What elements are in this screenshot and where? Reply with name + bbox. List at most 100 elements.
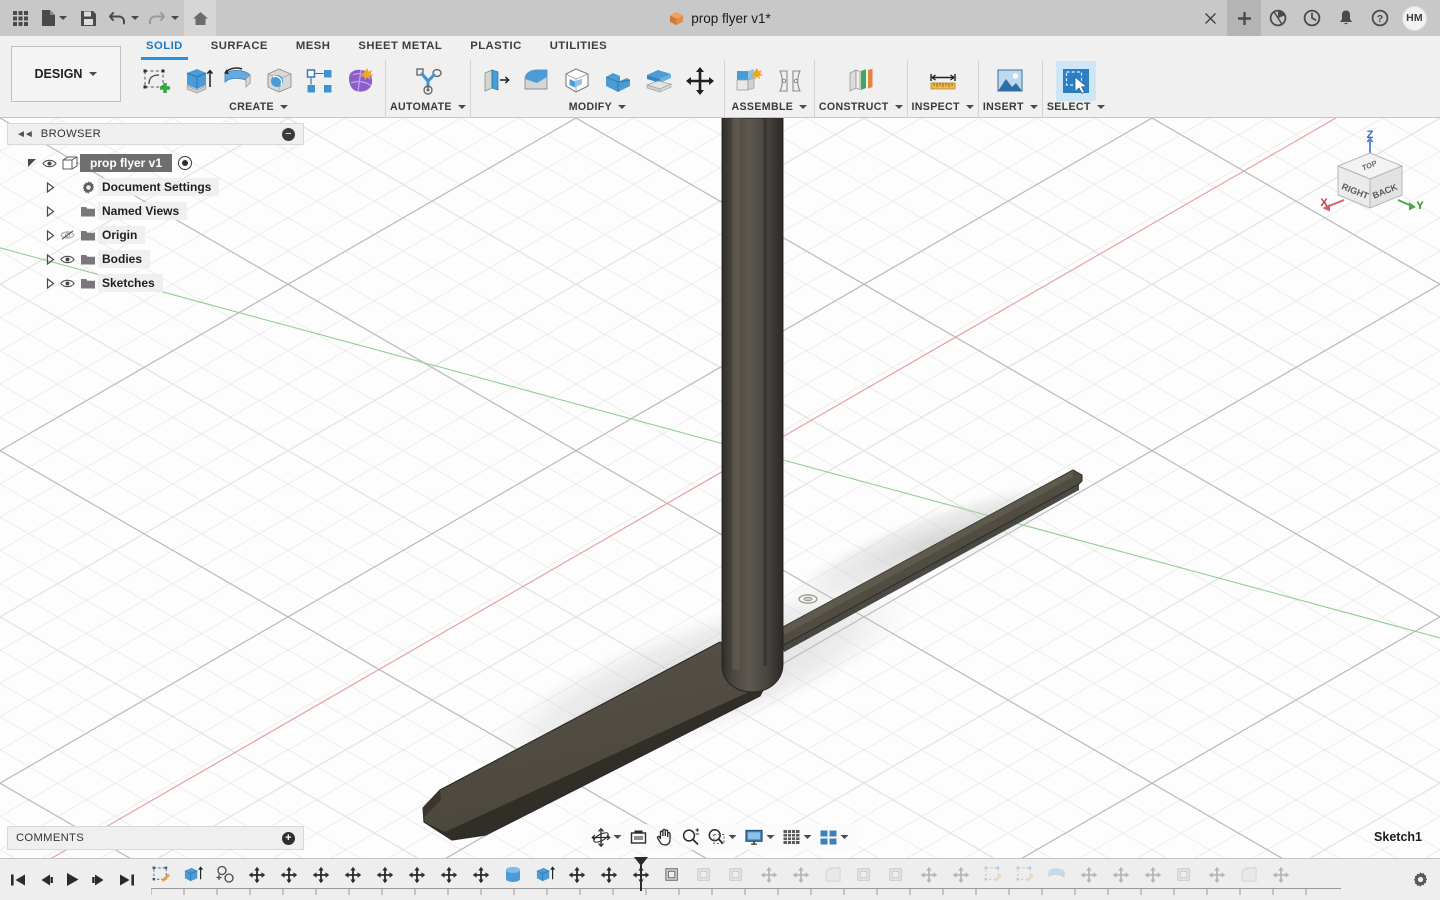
timeline-feature-move[interactable]: [1073, 862, 1105, 888]
timeline-feature-fillet[interactable]: [1233, 862, 1265, 888]
offset-face-icon[interactable]: [639, 61, 679, 101]
grid-snaps-icon[interactable]: [780, 824, 815, 850]
sphere-icon[interactable]: [259, 61, 299, 101]
help-icon[interactable]: ?: [1363, 0, 1397, 36]
panel-create-label[interactable]: CREATE: [229, 101, 288, 113]
form-icon[interactable]: [341, 61, 381, 101]
timeline-feature-move[interactable]: [241, 862, 273, 888]
chevron-down-icon[interactable]: [840, 835, 849, 839]
tree-item-named-views[interactable]: Named Views: [7, 199, 304, 223]
workspace-switcher[interactable]: DESIGN: [11, 46, 121, 102]
job-status-icon[interactable]: [1295, 0, 1329, 36]
save-icon[interactable]: [72, 0, 104, 36]
timeline-feature-move[interactable]: [1105, 862, 1137, 888]
timeline-settings-button[interactable]: [1400, 871, 1440, 888]
chevron-down-icon[interactable]: [803, 835, 812, 839]
look-at-icon[interactable]: [627, 824, 651, 850]
timeline-feature-move[interactable]: [1137, 862, 1169, 888]
timeline-feature-mirror[interactable]: [881, 862, 913, 888]
insert-image-icon[interactable]: [990, 61, 1030, 101]
panel-automate-label[interactable]: AUTOMATE: [390, 101, 466, 113]
timeline-playhead-marker[interactable]: [633, 856, 649, 891]
visibility-eye-off-icon[interactable]: [57, 229, 78, 241]
new-component-icon[interactable]: [729, 61, 769, 101]
timeline-feature-move[interactable]: [273, 862, 305, 888]
pan-icon[interactable]: [653, 824, 677, 850]
home-tab-icon[interactable]: [184, 0, 216, 36]
tree-item-sketches[interactable]: Sketches: [7, 271, 304, 295]
close-tab-icon[interactable]: [1193, 0, 1227, 36]
timeline-feature-fillet[interactable]: [817, 862, 849, 888]
panel-assemble-label[interactable]: ASSEMBLE: [732, 101, 808, 113]
app-grid-icon[interactable]: [4, 0, 36, 36]
timeline-track[interactable]: [145, 856, 1400, 900]
pattern-icon[interactable]: [300, 61, 340, 101]
timeline-feature-move[interactable]: [945, 862, 977, 888]
3d-viewport[interactable]: ◄◄ BROWSER − prop flyer v1 Document Sett…: [0, 118, 1440, 858]
tab-mesh[interactable]: MESH: [282, 36, 344, 58]
combine-icon[interactable]: [598, 61, 638, 101]
expander-collapsed-icon[interactable]: [43, 277, 57, 289]
timeline-feature-move[interactable]: [753, 862, 785, 888]
timeline-feature-mirror[interactable]: [657, 862, 689, 888]
timeline-feature-mirror[interactable]: [849, 862, 881, 888]
expander-collapsed-icon[interactable]: [43, 205, 57, 217]
timeline-feature-revolve[interactable]: [1041, 862, 1073, 888]
zoom-icon[interactable]: [679, 824, 703, 850]
automate-icon[interactable]: [408, 61, 448, 101]
revolve-icon[interactable]: [218, 61, 258, 101]
notifications-bell-icon[interactable]: [1329, 0, 1363, 36]
timeline-feature-move[interactable]: [1265, 862, 1297, 888]
measure-icon[interactable]: [923, 61, 963, 101]
plus-circle-icon[interactable]: +: [282, 831, 295, 845]
timeline-feature-move[interactable]: [369, 862, 401, 888]
new-file-icon[interactable]: [36, 0, 72, 36]
timeline-feature-move[interactable]: [561, 862, 593, 888]
expander-expanded-icon[interactable]: [25, 158, 39, 169]
chevron-down-icon[interactable]: [766, 835, 775, 839]
timeline-feature-cylinder[interactable]: [497, 862, 529, 888]
extensions-icon[interactable]: [1261, 0, 1295, 36]
skip-to-end-icon[interactable]: [114, 865, 139, 895]
skip-to-start-icon[interactable]: [6, 865, 31, 895]
tree-item-origin[interactable]: Origin: [7, 223, 304, 247]
timeline-feature-move[interactable]: [1201, 862, 1233, 888]
panel-modify-label[interactable]: MODIFY: [569, 101, 626, 113]
visibility-eye-icon[interactable]: [39, 158, 60, 169]
timeline-feature-move[interactable]: [401, 862, 433, 888]
panel-insert-label[interactable]: INSERT: [983, 101, 1038, 113]
expander-collapsed-icon[interactable]: [43, 181, 57, 193]
fillet-icon[interactable]: [516, 61, 556, 101]
minus-circle-icon[interactable]: −: [282, 127, 295, 141]
tab-surface[interactable]: SURFACE: [197, 36, 282, 58]
comments-panel[interactable]: COMMENTS +: [7, 826, 304, 850]
browser-header[interactable]: ◄◄ BROWSER −: [7, 123, 304, 145]
panel-inspect-label[interactable]: INSPECT: [912, 101, 974, 113]
chevron-down-icon[interactable]: [613, 835, 622, 839]
timeline-feature-sketch[interactable]: [977, 862, 1009, 888]
collapse-left-icon[interactable]: ◄◄: [16, 129, 34, 140]
visibility-eye-icon[interactable]: [57, 278, 78, 289]
timeline-feature-move[interactable]: [465, 862, 497, 888]
avatar[interactable]: HM: [1397, 0, 1432, 36]
tree-item-document-settings[interactable]: Document Settings: [7, 175, 304, 199]
timeline-feature-move[interactable]: [305, 862, 337, 888]
joint-icon[interactable]: [770, 61, 810, 101]
press-pull-icon[interactable]: [475, 61, 515, 101]
step-forward-icon[interactable]: [87, 865, 112, 895]
chevron-down-icon[interactable]: [728, 835, 737, 839]
expander-collapsed-icon[interactable]: [43, 229, 57, 241]
step-back-icon[interactable]: [33, 865, 58, 895]
redo-icon[interactable]: [144, 0, 184, 36]
extrude-icon[interactable]: [177, 61, 217, 101]
timeline-feature-extrude[interactable]: [529, 862, 561, 888]
timeline-feature-mirror[interactable]: [721, 862, 753, 888]
tab-solid[interactable]: SOLID: [132, 36, 197, 60]
orbit-icon[interactable]: [589, 824, 625, 850]
panel-select-label[interactable]: SELECT: [1047, 101, 1105, 113]
viewports-icon[interactable]: [817, 824, 852, 850]
tab-utilities[interactable]: UTILITIES: [536, 36, 621, 58]
timeline-feature-sketch[interactable]: [1009, 862, 1041, 888]
select-icon[interactable]: [1055, 61, 1096, 101]
timeline-feature-move[interactable]: [433, 862, 465, 888]
